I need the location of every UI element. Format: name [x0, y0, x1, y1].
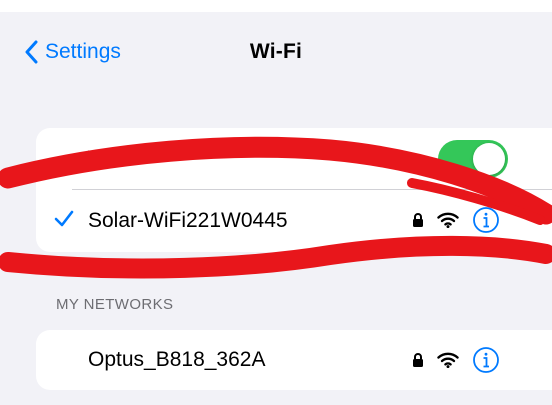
info-icon[interactable] — [472, 346, 500, 374]
toggle-knob — [473, 143, 505, 175]
wifi-toggle-label: Wi-Fi — [88, 147, 137, 170]
network-name: Optus_B818_362A — [88, 348, 266, 371]
network-row[interactable]: Optus_B818_362A — [36, 330, 552, 390]
network-status-icons — [412, 346, 500, 374]
connected-network-status-icons — [412, 206, 500, 234]
connected-network-row[interactable]: Solar-WiFi221W0445 — [36, 190, 552, 252]
checkmark-icon — [54, 210, 74, 227]
my-networks-header: MY NETWORKS — [56, 296, 174, 313]
wifi-settings-card: Wi-Fi Solar-WiFi221W0445 — [36, 128, 552, 252]
info-icon[interactable] — [472, 206, 500, 234]
my-networks-card: Optus_B818_362A — [36, 330, 552, 390]
connected-network-name: Solar-WiFi221W0445 — [88, 209, 288, 232]
lock-icon — [413, 353, 423, 367]
navigation-bar: Settings Wi-Fi — [0, 12, 552, 92]
lock-icon — [413, 213, 423, 227]
top-margin — [0, 0, 552, 12]
wifi-signal-icon — [437, 352, 459, 368]
wifi-signal-icon — [437, 212, 459, 228]
wifi-toggle-switch[interactable] — [438, 140, 508, 178]
page-title: Wi-Fi — [249, 40, 303, 63]
wifi-toggle-row: Wi-Fi — [36, 128, 552, 190]
